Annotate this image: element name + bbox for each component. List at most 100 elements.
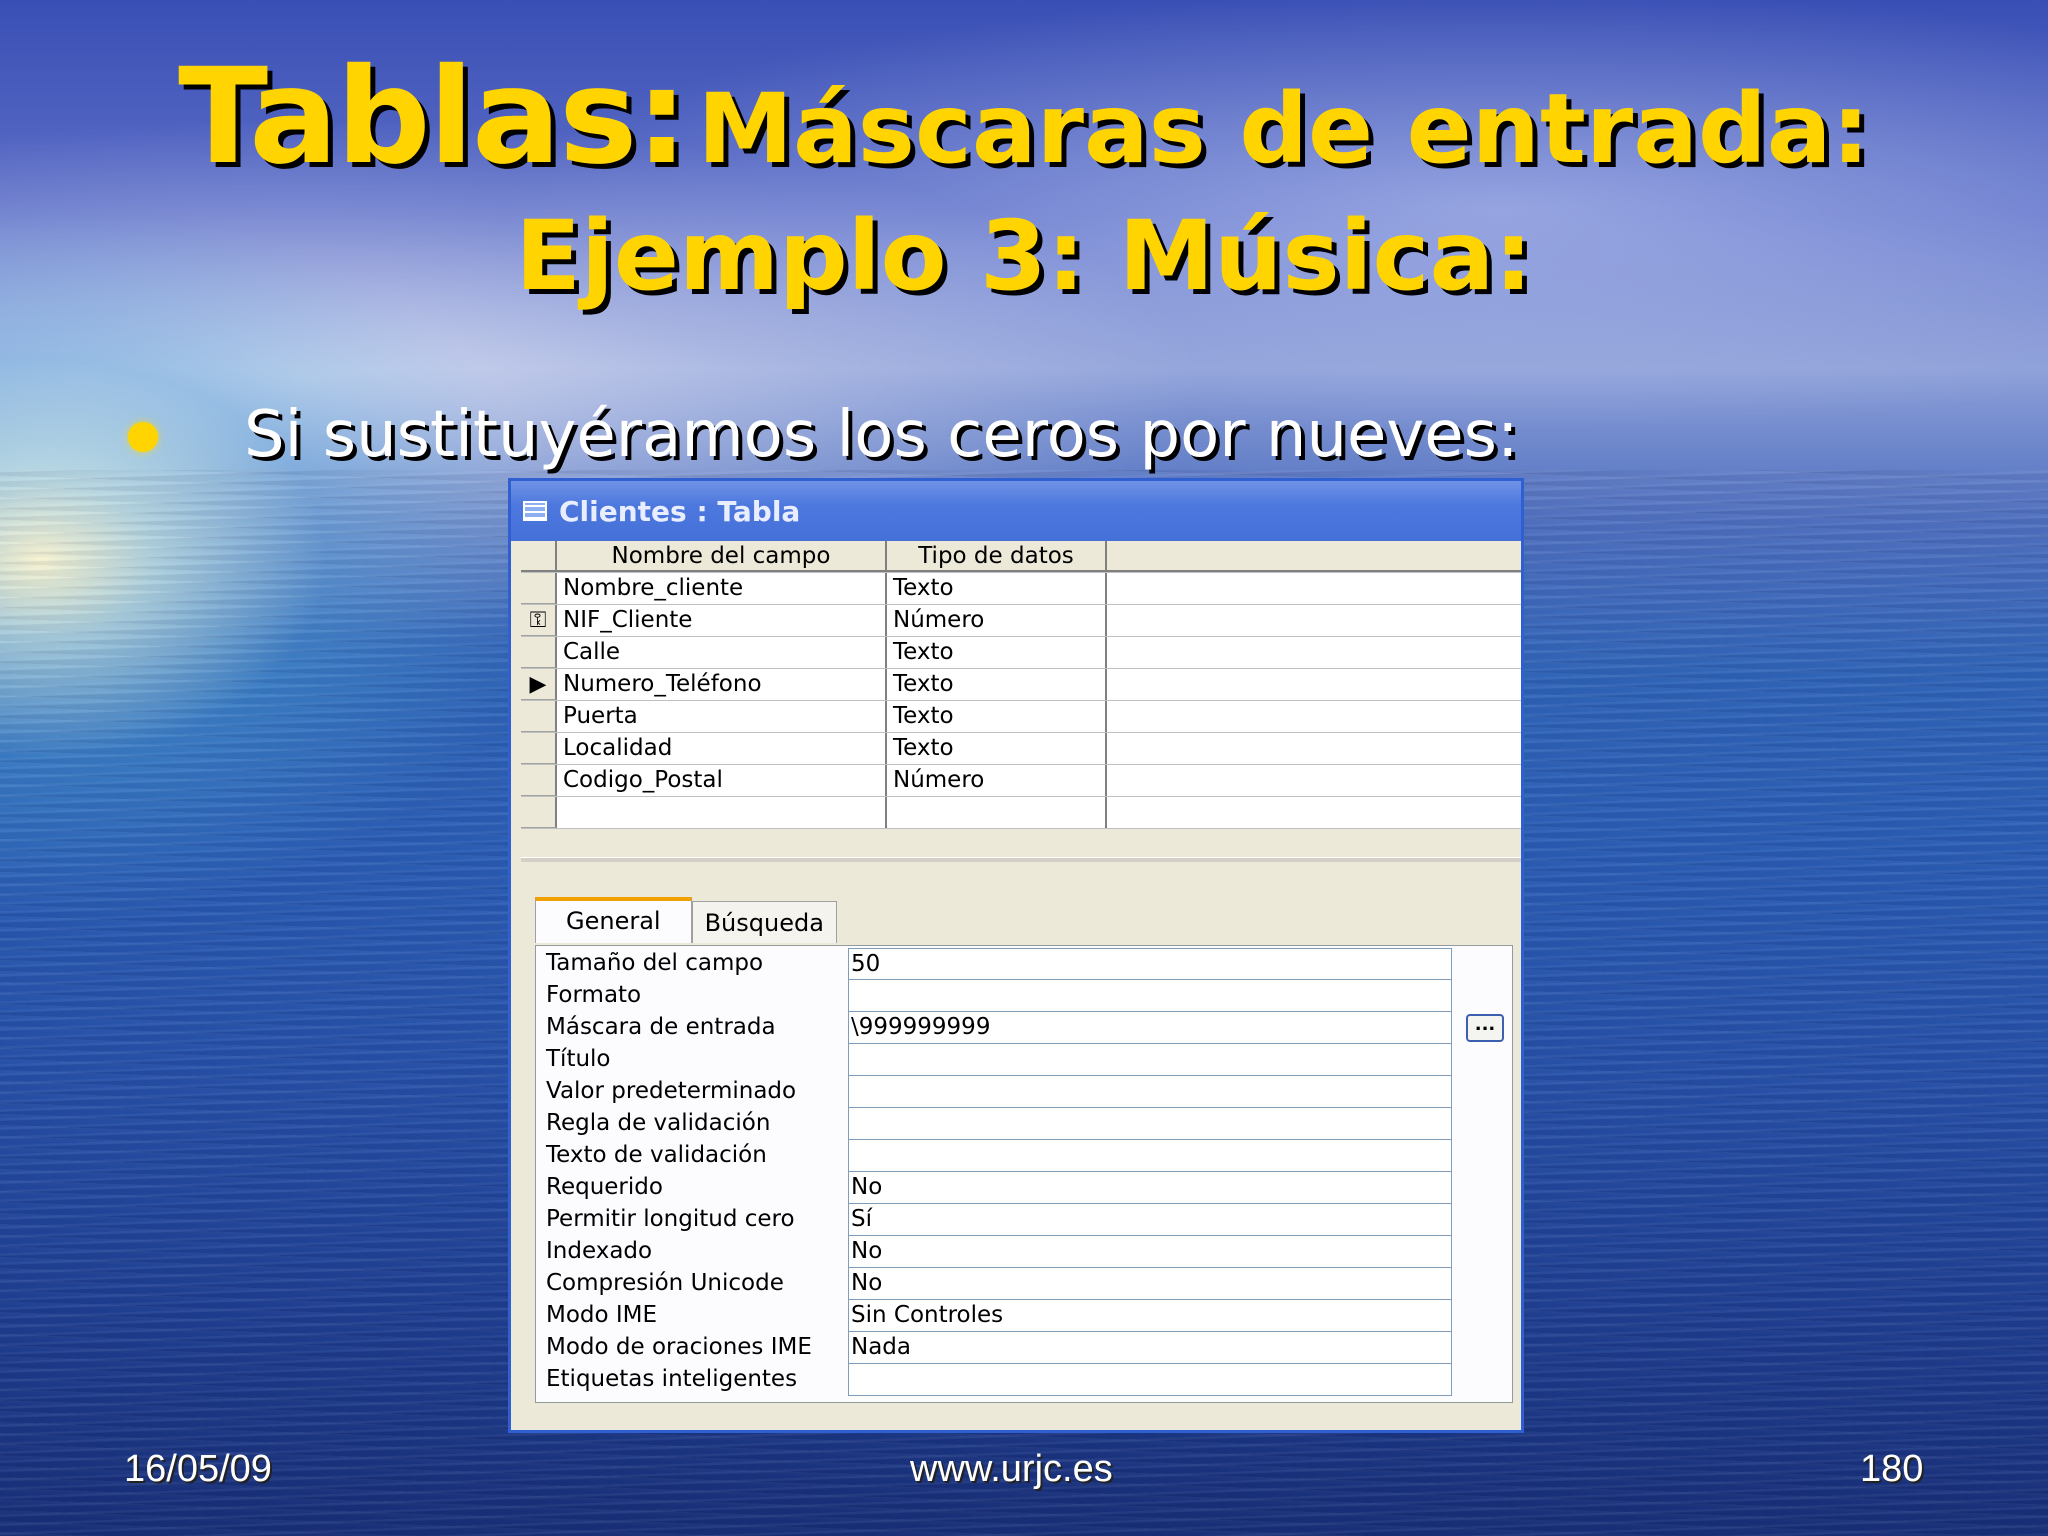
- property-value-field[interactable]: Sin Controles: [848, 1300, 1452, 1332]
- bullet-text: Si sustituyéramos los ceros por nueves:: [244, 398, 1519, 472]
- property-value-field[interactable]: Nada: [848, 1332, 1452, 1364]
- data-type-cell[interactable]: Número: [887, 765, 1107, 796]
- property-row: Texto de validación: [536, 1140, 1514, 1172]
- property-label: Tamaño del campo: [546, 950, 764, 976]
- property-value-field[interactable]: 50: [848, 948, 1452, 980]
- field-row[interactable]: Localidad Texto: [521, 733, 1521, 765]
- field-name-cell[interactable]: Numero_Teléfono: [557, 669, 887, 700]
- column-header-description: [1107, 541, 1521, 572]
- row-selector[interactable]: [521, 733, 557, 764]
- data-type-cell[interactable]: Texto: [887, 701, 1107, 732]
- field-row[interactable]: ⚿ NIF_Cliente Número: [521, 605, 1521, 637]
- property-row: Requerido No: [536, 1172, 1514, 1204]
- title-tablas: Tablas:: [178, 40, 688, 194]
- row-selector[interactable]: [521, 573, 557, 604]
- property-row: Etiquetas inteligentes: [536, 1364, 1514, 1396]
- field-row[interactable]: Puerta Texto: [521, 701, 1521, 733]
- primary-key-icon[interactable]: ⚿: [521, 605, 557, 636]
- header-selector: [521, 541, 557, 572]
- input-mask-builder-button[interactable]: ...: [1466, 1014, 1504, 1042]
- field-name-cell[interactable]: Calle: [557, 637, 887, 668]
- current-row-arrow-icon[interactable]: ▶: [521, 669, 557, 700]
- description-cell[interactable]: [1107, 637, 1521, 668]
- column-header-data-type[interactable]: Tipo de datos: [887, 541, 1107, 572]
- field-name-cell[interactable]: Puerta: [557, 701, 887, 732]
- property-value-field[interactable]: [848, 1108, 1452, 1140]
- property-tabs: General Búsqueda: [535, 897, 837, 943]
- property-row: Regla de validación: [536, 1108, 1514, 1140]
- footer-url[interactable]: www.urjc.es: [910, 1448, 1113, 1491]
- slide-title-line1: Tablas: Máscaras de entrada:: [0, 40, 2048, 194]
- slide-title-line2: Ejemplo 3: Música:: [515, 200, 1533, 312]
- pane-divider: [521, 857, 1521, 862]
- field-row[interactable]: Codigo_Postal Número: [521, 765, 1521, 797]
- title-mascaras: Máscaras de entrada:: [697, 73, 1870, 185]
- property-value-field[interactable]: No: [848, 1236, 1452, 1268]
- grid-header: Nombre del campo Tipo de datos: [521, 541, 1521, 573]
- tab-busqueda[interactable]: Búsqueda: [691, 901, 837, 943]
- field-grid: Nombre del campo Tipo de datos Nombre_cl…: [521, 541, 1521, 829]
- property-value-field[interactable]: [848, 1044, 1452, 1076]
- property-label: Formato: [546, 982, 642, 1008]
- footer-page-number: 180: [1860, 1448, 1924, 1490]
- row-selector[interactable]: [521, 637, 557, 668]
- footer-date: 16/05/09: [124, 1448, 272, 1490]
- field-name-cell[interactable]: Nombre_cliente: [557, 573, 887, 604]
- property-row: Modo de oraciones IME Nada: [536, 1332, 1514, 1364]
- data-type-cell[interactable]: Texto: [887, 573, 1107, 604]
- property-label: Regla de validación: [546, 1110, 771, 1136]
- field-row[interactable]: [521, 797, 1521, 829]
- property-row: Modo IME Sin Controles: [536, 1300, 1514, 1332]
- property-label: Compresión Unicode: [546, 1270, 784, 1296]
- window-title: Clientes : Tabla: [559, 494, 801, 528]
- column-header-field-name[interactable]: Nombre del campo: [557, 541, 887, 572]
- property-value-field[interactable]: No: [848, 1172, 1452, 1204]
- property-row: Valor predeterminado: [536, 1076, 1514, 1108]
- data-type-cell[interactable]: [887, 797, 1107, 828]
- data-type-cell[interactable]: Texto: [887, 669, 1107, 700]
- field-properties-panel: Tamaño del campo 50 Formato Máscara de entr…: [535, 945, 1513, 1403]
- property-value-field[interactable]: \999999999: [848, 1012, 1452, 1044]
- property-row: Compresión Unicode No: [536, 1268, 1514, 1300]
- description-cell[interactable]: [1107, 797, 1521, 828]
- property-label: Etiquetas inteligentes: [546, 1366, 798, 1392]
- row-selector[interactable]: [521, 797, 557, 828]
- property-label: Texto de validación: [546, 1142, 767, 1168]
- description-cell[interactable]: [1107, 605, 1521, 636]
- data-type-cell[interactable]: Texto: [887, 637, 1107, 668]
- data-type-cell[interactable]: Texto: [887, 733, 1107, 764]
- description-cell[interactable]: [1107, 573, 1521, 604]
- property-value-field[interactable]: [848, 1076, 1452, 1108]
- description-cell[interactable]: [1107, 733, 1521, 764]
- bullet-icon: [128, 422, 158, 452]
- property-label: Requerido: [546, 1174, 663, 1200]
- property-row: Máscara de entrada \999999999...: [536, 1012, 1514, 1044]
- data-type-cell[interactable]: Número: [887, 605, 1107, 636]
- property-label: Indexado: [546, 1238, 653, 1264]
- description-cell[interactable]: [1107, 669, 1521, 700]
- property-value-field[interactable]: [848, 1364, 1452, 1396]
- field-name-cell[interactable]: Localidad: [557, 733, 887, 764]
- property-value-field[interactable]: [848, 1140, 1452, 1172]
- table-design-window: Clientes : Tabla Nombre del campo Tipo d…: [508, 478, 1524, 1433]
- property-label: Máscara de entrada: [546, 1014, 776, 1040]
- field-name-cell[interactable]: NIF_Cliente: [557, 605, 887, 636]
- field-name-cell[interactable]: [557, 797, 887, 828]
- property-label: Permitir longitud cero: [546, 1206, 795, 1232]
- property-value-field[interactable]: [848, 980, 1452, 1012]
- property-row: Tamaño del campo 50: [536, 948, 1514, 980]
- property-row: Formato: [536, 980, 1514, 1012]
- property-label: Valor predeterminado: [546, 1078, 797, 1104]
- row-selector[interactable]: [521, 765, 557, 796]
- row-selector[interactable]: [521, 701, 557, 732]
- description-cell[interactable]: [1107, 765, 1521, 796]
- field-row[interactable]: Calle Texto: [521, 637, 1521, 669]
- tab-general[interactable]: General: [535, 897, 692, 943]
- description-cell[interactable]: [1107, 701, 1521, 732]
- property-value-field[interactable]: No: [848, 1268, 1452, 1300]
- field-row[interactable]: ▶ Numero_Teléfono Texto: [521, 669, 1521, 701]
- window-titlebar[interactable]: Clientes : Tabla: [511, 481, 1521, 541]
- field-row[interactable]: Nombre_cliente Texto: [521, 573, 1521, 605]
- property-value-field[interactable]: Sí: [848, 1204, 1452, 1236]
- field-name-cell[interactable]: Codigo_Postal: [557, 765, 887, 796]
